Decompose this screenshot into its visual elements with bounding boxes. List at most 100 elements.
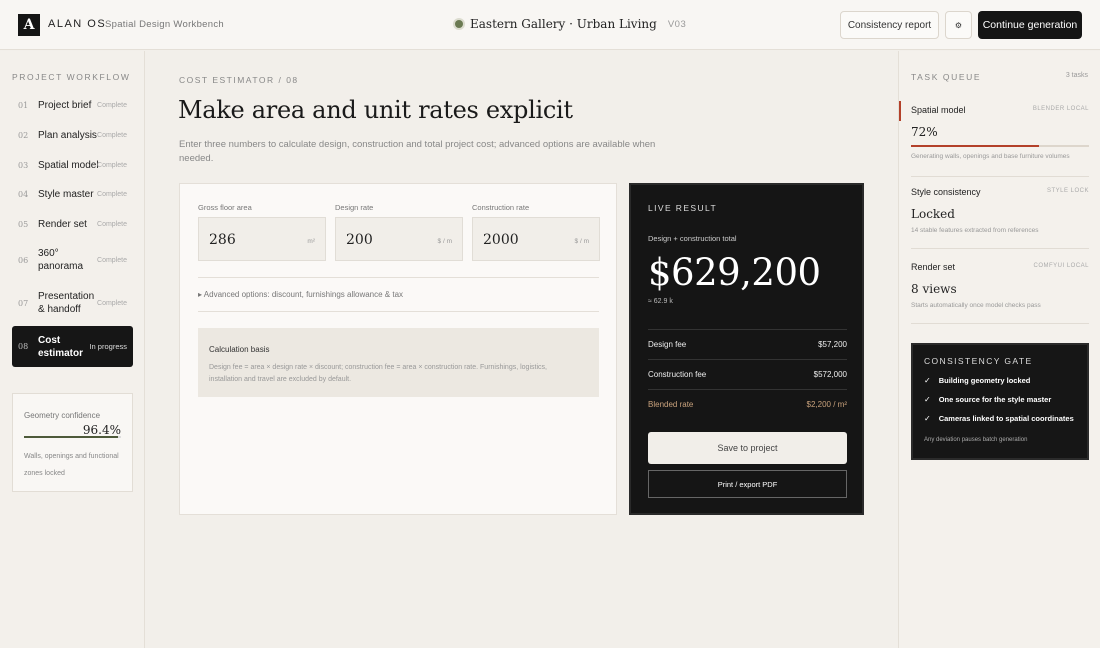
step-number: 06 — [18, 255, 29, 265]
construction-rate-input[interactable]: 2000 $ / m — [472, 217, 600, 261]
app-subtitle: Spatial Design Workbench — [105, 19, 224, 30]
sidebar-item-presentation-handoff[interactable]: 07 Presentation & handoff Complete — [12, 287, 133, 319]
step-label: Plan analysis — [38, 129, 97, 141]
field-unit: $ / m — [574, 238, 589, 245]
task-status-value: 8 views — [911, 282, 957, 296]
active-task-marker — [899, 101, 901, 121]
task-tag: BLENDER LOCAL — [1032, 106, 1089, 112]
confidence-label: Geometry confidence — [24, 411, 101, 420]
task-name: Render set — [911, 262, 956, 272]
task-note: Generating walls, openings and base furn… — [911, 153, 1070, 160]
row-label: Design fee — [648, 340, 687, 349]
basis-title: Calculation basis — [209, 345, 270, 354]
gross-floor-area-input[interactable]: 286 m² — [198, 217, 326, 261]
field-value: 286 — [209, 232, 236, 248]
task-render-set[interactable]: Render set COMFYUI LOCAL 8 views Starts … — [911, 262, 1089, 324]
project-version: V03 — [667, 18, 687, 30]
advanced-options-toggle[interactable]: ▸ Advanced options: discount, furnishing… — [198, 290, 403, 299]
step-label: 360° panorama — [38, 248, 84, 272]
step-status: Complete — [97, 101, 127, 109]
field-label: Gross floor area — [198, 203, 252, 212]
divider — [198, 277, 599, 278]
step-status: Complete — [97, 161, 127, 169]
divider — [911, 323, 1089, 324]
confidence-bar-fill — [24, 436, 118, 438]
confidence-value: 96.4% — [82, 423, 121, 437]
step-label: Presentation & handoff — [38, 291, 95, 315]
step-number: 04 — [18, 189, 29, 199]
top-bar: A ALAN OS Spatial Design Workbench Easte… — [0, 0, 1100, 50]
design-rate-input[interactable]: 200 $ / m — [335, 217, 463, 261]
task-note: 14 stable features extracted from refere… — [911, 227, 1039, 234]
project-selector[interactable]: Eastern Gallery · Urban Living V03 — [455, 17, 686, 31]
consistency-report-button[interactable]: Consistency report — [840, 11, 939, 39]
task-status-value: Locked — [911, 207, 955, 221]
step-label: Style master — [38, 188, 94, 200]
confidence-bar — [24, 436, 121, 438]
task-style-consistency[interactable]: Style consistency STYLE LOCK Locked 14 s… — [911, 187, 1089, 249]
sidebar-item-cost-estimator[interactable]: 08 Cost estimator In progress — [12, 326, 133, 367]
continue-generation-button[interactable]: Continue generation — [978, 11, 1082, 39]
sidebar-item-project-brief[interactable]: 01 Project brief Complete — [12, 95, 133, 115]
gate-item-label: Building geometry locked — [938, 376, 1031, 385]
project-name: Eastern Gallery · Urban Living — [470, 17, 657, 31]
status-dot-icon — [455, 20, 463, 28]
logo: A — [18, 14, 40, 36]
sidebar-item-style-master[interactable]: 04 Style master Complete — [12, 184, 133, 204]
step-status: In progress — [89, 342, 127, 351]
row-value: $2,200 / m² — [806, 400, 847, 409]
gate-item-label: One source for the style master — [938, 395, 1052, 404]
print-export-button[interactable]: Print / export PDF — [648, 470, 847, 498]
save-to-project-button[interactable]: Save to project — [648, 432, 847, 464]
step-status: Complete — [97, 131, 127, 139]
task-spatial-model[interactable]: Spatial model BLENDER LOCAL 72% Generati… — [899, 101, 1089, 177]
task-progress-bar — [911, 145, 1089, 147]
result-row-design-fee: Design fee $57,200 — [648, 329, 847, 359]
gate-item: ✓ One source for the style master — [924, 395, 1051, 404]
sidebar-item-360-panorama[interactable]: 06 360° panorama Complete — [12, 244, 133, 276]
task-tag: COMFYUI LOCAL — [1033, 263, 1089, 269]
row-value: $57,200 — [818, 340, 847, 349]
check-icon: ✓ — [924, 395, 931, 404]
step-label: Spatial model — [38, 159, 99, 171]
page-description: Enter three numbers to calculate design,… — [179, 139, 656, 164]
field-unit: m² — [307, 238, 315, 245]
step-label: Render set — [38, 218, 87, 230]
calculation-basis: Calculation basis Design fee = area × de… — [198, 328, 599, 397]
result-row-blended-rate: Blended rate $2,200 / m² — [648, 389, 847, 419]
sidebar-item-spatial-model[interactable]: 03 Spatial model Complete — [12, 155, 133, 175]
row-label: Construction fee — [648, 370, 707, 379]
field-label: Design rate — [335, 203, 374, 212]
section-eyebrow: COST ESTIMATOR / 08 — [179, 75, 299, 85]
sidebar-item-render-set[interactable]: 05 Render set Complete — [12, 214, 133, 234]
task-queue-title: TASK QUEUE — [911, 72, 982, 82]
task-note: Starts automatically once model checks p… — [911, 302, 1041, 309]
basis-text: Design fee = area × design rate × discou… — [209, 364, 547, 383]
app-name: ALAN OS — [48, 18, 107, 30]
row-value: $572,000 — [813, 370, 847, 379]
field-value: 200 — [346, 232, 373, 248]
task-progress-value: 72% — [911, 125, 938, 139]
task-count: 3 tasks — [1065, 72, 1088, 79]
row-label: Blended rate — [648, 400, 694, 409]
sidebar-title: PROJECT WORKFLOW — [12, 72, 131, 82]
step-number: 07 — [18, 298, 29, 308]
page-title: Make area and unit rates explicit — [178, 96, 573, 124]
gear-icon[interactable]: ⚙ — [945, 11, 972, 39]
divider — [911, 176, 1089, 177]
step-number: 01 — [18, 100, 29, 110]
step-number: 08 — [18, 342, 29, 351]
gate-note: Any deviation pauses batch generation — [924, 437, 1028, 443]
step-number: 03 — [18, 160, 29, 170]
step-number: 05 — [18, 219, 29, 229]
result-title: LIVE RESULT — [648, 203, 718, 213]
geometry-confidence-card: Geometry confidence 96.4% Walls, opening… — [12, 393, 133, 492]
step-status: Complete — [97, 299, 127, 307]
result-row-construction-fee: Construction fee $572,000 — [648, 359, 847, 389]
gate-item: ✓ Cameras linked to spatial coordinates — [924, 414, 1074, 423]
live-result-card: LIVE RESULT Design + construction total … — [629, 183, 864, 515]
sidebar-item-plan-analysis[interactable]: 02 Plan analysis Complete — [12, 125, 133, 145]
gate-item: ✓ Building geometry locked — [924, 376, 1030, 385]
result-total: $629,200 — [648, 251, 821, 294]
step-status: Complete — [97, 220, 127, 228]
